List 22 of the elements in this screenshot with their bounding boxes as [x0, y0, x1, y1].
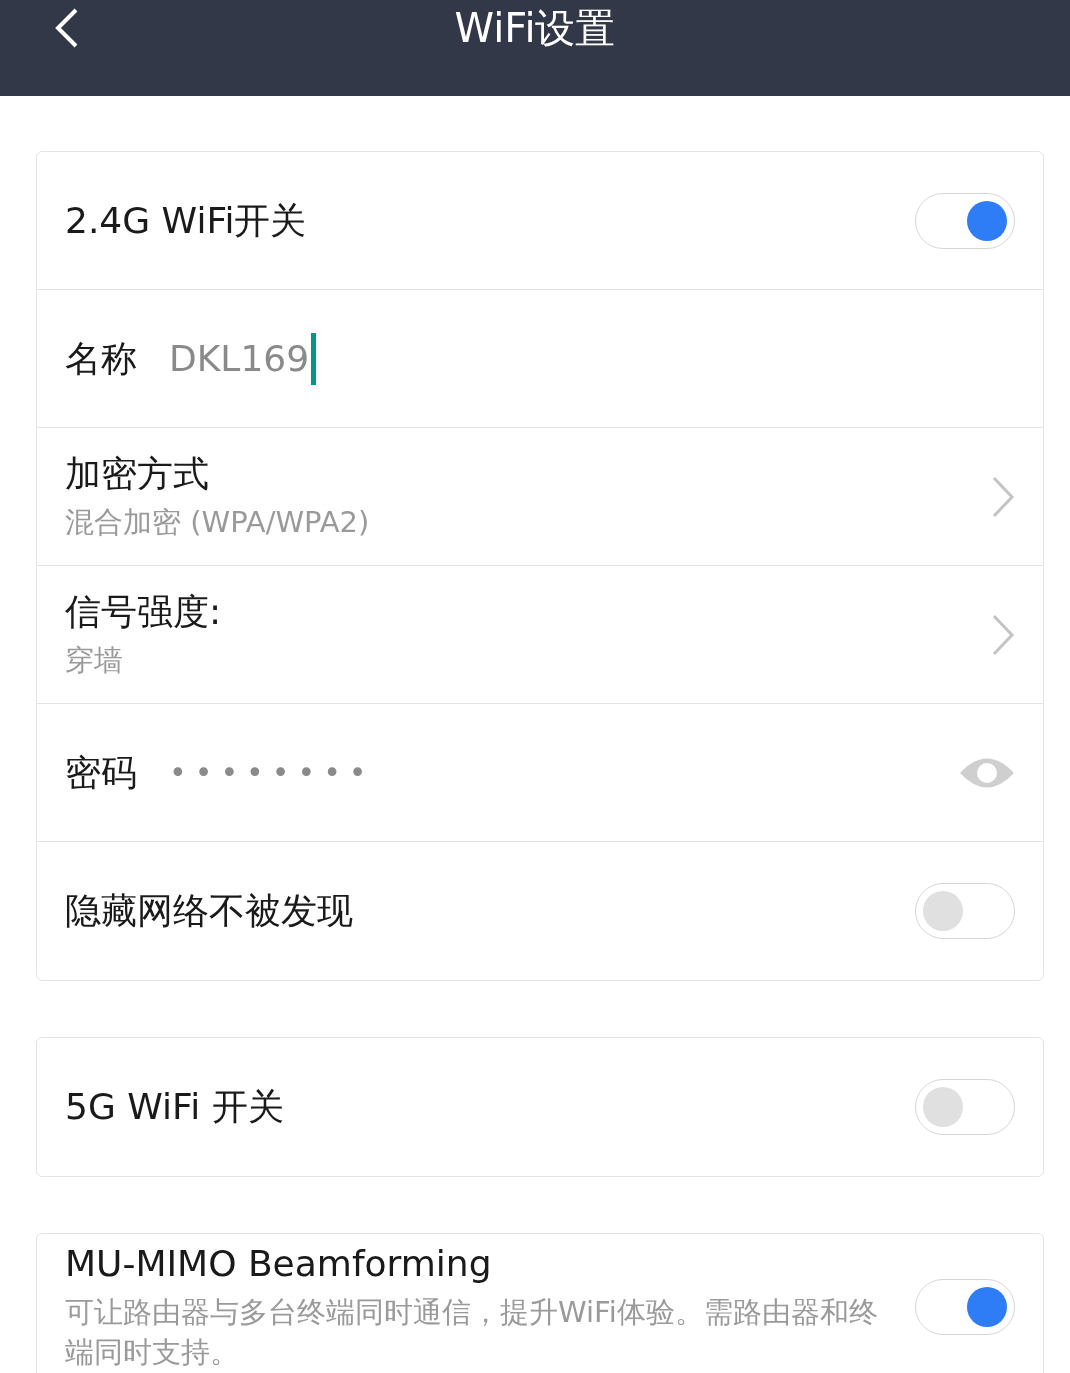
setting-label: 隐藏网络不被发现: [65, 889, 354, 933]
settings-row[interactable]: 隐藏网络不被发现: [37, 842, 1043, 980]
setting-label: 信号强度:: [65, 589, 223, 634]
settings-row[interactable]: 5G WiFi 开关: [37, 1038, 1043, 1176]
setting-label: 加密方式: [65, 451, 210, 496]
chevron-right-icon: [991, 612, 1015, 657]
settings-row[interactable]: 信号强度: 穿墙: [37, 566, 1043, 704]
window-title: WiFi设置: [454, 4, 616, 53]
settings-row[interactable]: 加密方式 混合加密 (WPA/WPA2): [37, 428, 1043, 566]
setting-label: 2.4G WiFi开关: [65, 198, 308, 243]
setting-value: 混合加密 (WPA/WPA2): [65, 503, 371, 541]
setting-label: 密码: [65, 750, 137, 795]
settings-row[interactable]: MU-MIMO Beamforming 可让路由器与多台终端同时通信，提升WiFi体验。需路由器和终端同时支持。: [37, 1234, 1043, 1373]
setting-label: MU-MIMO Beamforming: [65, 1242, 493, 1286]
setting-description: 可让路由器与多台终端同时通信，提升WiFi体验。需路由器和终端同时支持。: [65, 1294, 879, 1371]
settings-row[interactable]: 2.4G WiFi开关: [37, 152, 1043, 290]
setting-label: 名称: [65, 336, 137, 381]
chevron-right-icon: [991, 474, 1015, 519]
setting-label: 5G WiFi 开关: [65, 1085, 285, 1129]
text-cursor: [311, 332, 317, 385]
setting-value: 穿墙: [65, 641, 124, 679]
settings-row[interactable]: 名称 DKL169: [37, 290, 1043, 428]
